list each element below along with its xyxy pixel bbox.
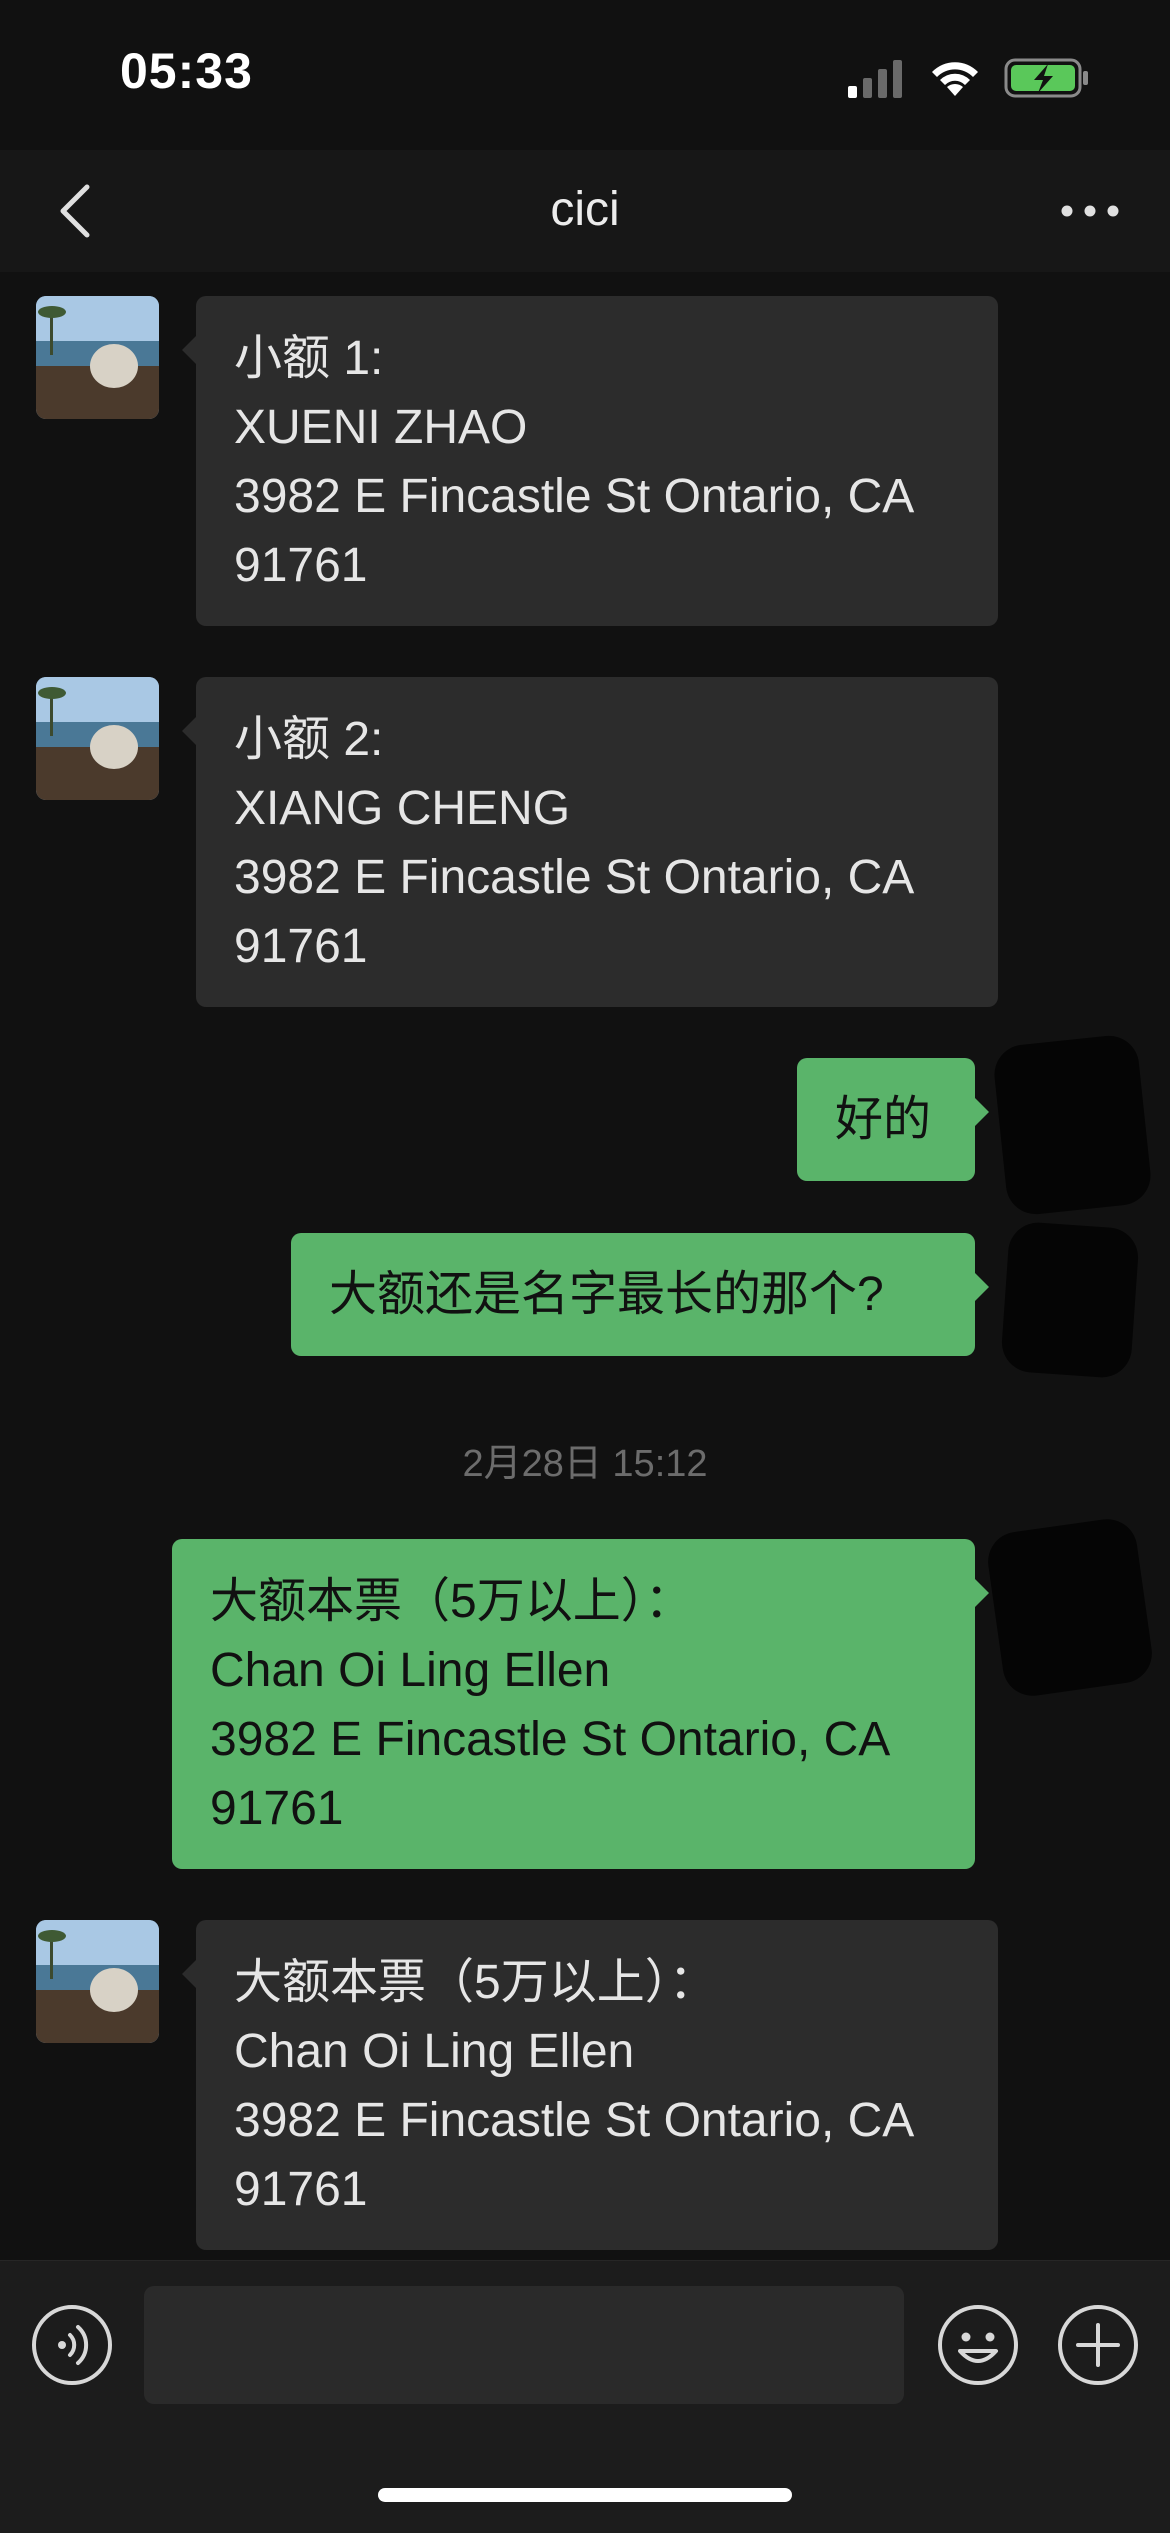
emoji-icon — [938, 2305, 1018, 2385]
status-time: 05:33 — [120, 43, 253, 99]
home-indicator[interactable] — [378, 2488, 792, 2502]
message-line: 91761 — [210, 1782, 344, 1835]
battery-charging-icon — [1004, 58, 1088, 98]
redacted-avatar — [984, 1515, 1156, 1700]
contact-avatar[interactable] — [36, 677, 159, 800]
redacted-avatar — [999, 1220, 1141, 1380]
message-bubble-outgoing[interactable]: 大额本票（5万以上）： Chan Oi Ling Ellen 3982 E Fi… — [172, 1539, 989, 1869]
message-line: 91761 — [234, 920, 368, 973]
message-line: Chan Oi Ling Ellen — [210, 1644, 611, 1697]
message-line: 91761 — [234, 2163, 368, 2216]
message-bubble-incoming[interactable]: 小额 1: XUENI ZHAO 3982 E Fincastle St Ont… — [182, 296, 998, 626]
message-line: 3982 E Fincastle St Ontario, CA — [234, 851, 915, 904]
contact-avatar[interactable] — [36, 296, 159, 419]
status-icons — [846, 55, 1090, 101]
message-line: 3982 E Fincastle St Ontario, CA — [234, 2094, 915, 2147]
message-line: 大额本票（5万以上）： — [234, 1956, 717, 2009]
emoji-button[interactable] — [936, 2303, 1020, 2387]
message-line: 大额本票（5万以上）： — [210, 1575, 693, 1628]
message-bubble-incoming[interactable]: 大额本票（5万以上）： Chan Oi Ling Ellen 3982 E Fi… — [182, 1920, 998, 2250]
ellipsis-icon — [1061, 205, 1119, 217]
message-line: 好的 — [835, 1093, 932, 1146]
wifi-icon — [932, 62, 978, 96]
voice-icon — [32, 2305, 112, 2385]
message-line: 3982 E Fincastle St Ontario, CA — [210, 1713, 891, 1766]
message-bubble-outgoing[interactable]: 大额还是名字最长的那个? — [291, 1233, 989, 1356]
message-line: 大额还是名字最长的那个? — [329, 1268, 884, 1321]
cellular-signal-icon — [848, 60, 902, 98]
more-button[interactable] — [1050, 186, 1130, 236]
chat-title: cici — [550, 183, 620, 236]
message-bubble-outgoing[interactable]: 好的 — [797, 1058, 989, 1181]
message-line: 3982 E Fincastle St Ontario, CA — [234, 470, 915, 523]
plus-button[interactable] — [1056, 2303, 1140, 2387]
message-bubble-incoming[interactable]: 小额 2: XIANG CHENG 3982 E Fincastle St On… — [182, 677, 998, 1007]
status-bar: 05:33 — [0, 0, 1170, 150]
plus-icon — [1058, 2305, 1138, 2385]
message-line: 小额 1: — [234, 332, 384, 385]
message-input[interactable] — [144, 2286, 904, 2404]
chat-timestamp: 2月28日 15:12 — [462, 1443, 708, 1485]
message-line: 小额 2: — [234, 713, 384, 766]
message-line: Chan Oi Ling Ellen — [234, 2025, 635, 2078]
voice-button[interactable] — [30, 2303, 114, 2387]
nav-bar: cici — [0, 150, 1170, 273]
message-line: XUENI ZHAO — [234, 401, 528, 454]
message-line: XIANG CHENG — [234, 782, 571, 835]
message-line: 91761 — [234, 539, 368, 592]
contact-avatar[interactable] — [36, 1920, 159, 2043]
redacted-avatar — [991, 1032, 1154, 1218]
